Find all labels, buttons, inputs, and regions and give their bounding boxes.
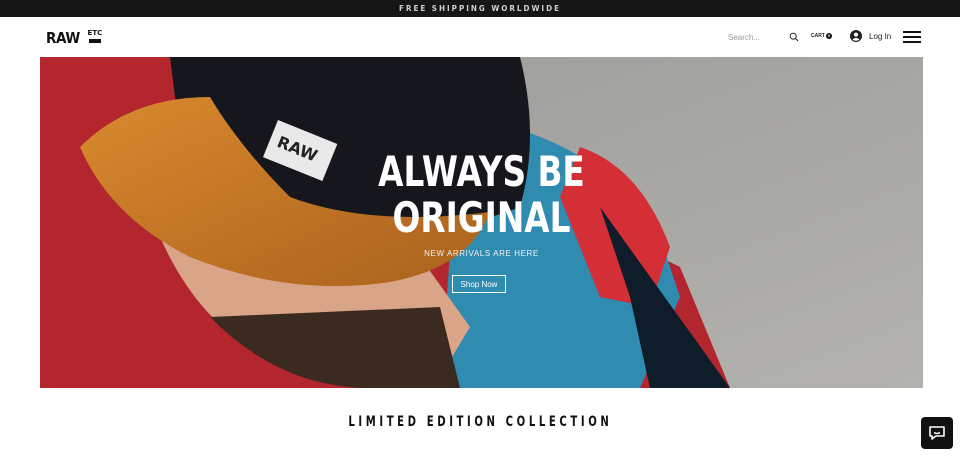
hero-title-line2: ORIGINAL	[392, 193, 571, 242]
search-input[interactable]	[728, 32, 784, 42]
menu-icon[interactable]	[903, 31, 921, 43]
avatar-icon	[850, 30, 862, 42]
collection-title: LIMITED EDITION COLLECTION	[0, 414, 960, 430]
hero-title-line1: ALWAYS BE	[378, 147, 585, 196]
cart-count-badge: 0	[825, 33, 832, 39]
logo-mark: ETC	[87, 29, 103, 43]
cart-link[interactable]: CART 0	[811, 33, 832, 39]
hero-subtitle: NEW ARRIVALS ARE HERE	[424, 249, 539, 258]
search-icon[interactable]	[789, 32, 799, 42]
site-header: RAW ETC CART 0 Log In	[0, 17, 960, 57]
announcement-bar: FREE SHIPPING WORLDWIDE	[0, 0, 960, 17]
chat-button[interactable]	[921, 417, 953, 449]
shop-now-button[interactable]: Shop Now	[452, 275, 506, 293]
menu-line	[903, 31, 921, 33]
logo-secondary: ETC	[87, 29, 103, 37]
logo-primary: RAW	[46, 29, 80, 47]
hero-title: ALWAYS BE ORIGINAL	[40, 149, 923, 241]
announcement-text: FREE SHIPPING WORLDWIDE	[398, 4, 561, 13]
search-box	[728, 29, 799, 45]
hero-banner: RAW ALWAYS BE ORIGINAL NEW ARRIVALS ARE …	[40, 57, 923, 388]
chat-icon	[929, 426, 945, 440]
logo[interactable]: RAW ETC	[46, 29, 102, 47]
collection-title-text: LIMITED EDITION COLLECTION	[347, 414, 613, 430]
login-label: Log In	[869, 31, 892, 41]
menu-line	[903, 36, 921, 38]
logo-bar	[88, 39, 101, 43]
menu-line	[903, 41, 921, 43]
cart-label: CART	[811, 33, 825, 39]
login-button[interactable]: Log In	[850, 30, 891, 42]
